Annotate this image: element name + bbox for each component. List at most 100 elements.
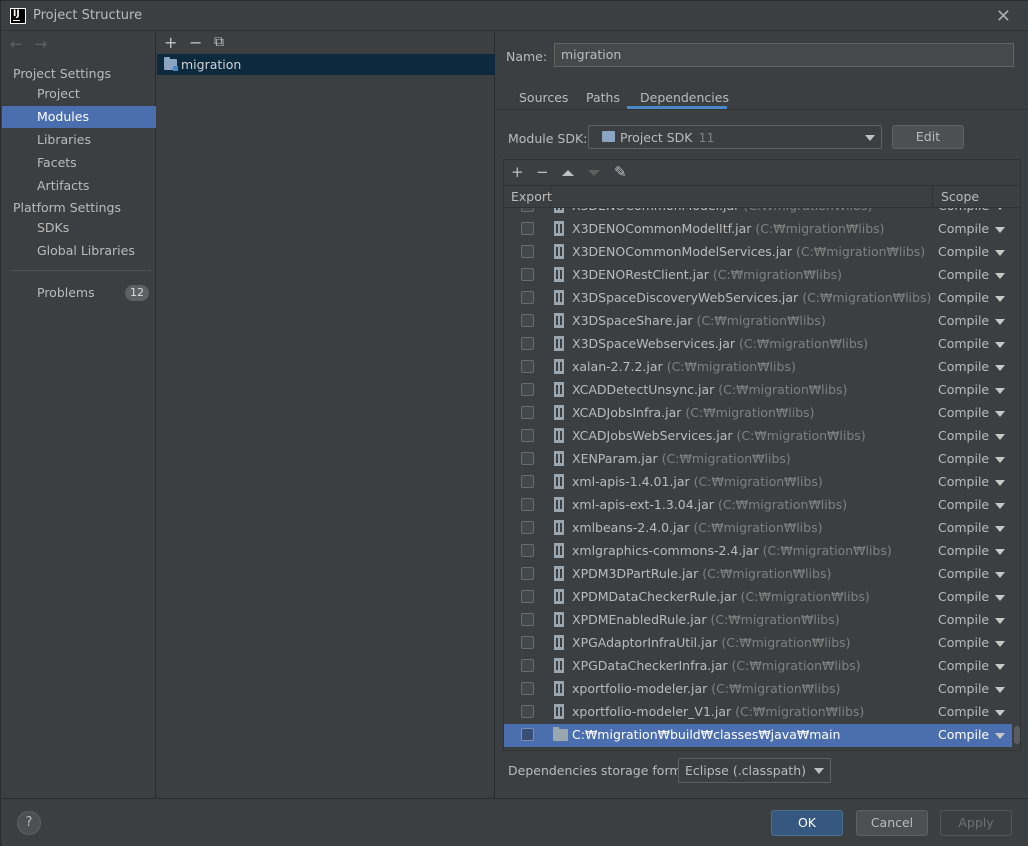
- scope-dropdown-icon[interactable]: [995, 572, 1005, 578]
- table-row[interactable]: xmlbeans-2.4.0.jar (C:₩migration₩libs) Com…: [504, 517, 1012, 540]
- scope-dropdown-icon[interactable]: [995, 296, 1005, 302]
- close-icon[interactable]: ✕: [996, 6, 1011, 27]
- sidebar-item-facets[interactable]: Facets: [2, 152, 156, 174]
- scope-value[interactable]: Compile: [938, 520, 989, 535]
- scope-value[interactable]: Compile: [938, 221, 989, 236]
- help-button[interactable]: ?: [17, 811, 41, 835]
- scope-value[interactable]: Compile: [938, 635, 989, 650]
- column-export[interactable]: Export: [504, 186, 552, 208]
- export-checkbox[interactable]: [521, 544, 534, 557]
- module-item-migration[interactable]: migration: [157, 54, 495, 75]
- table-row[interactable]: XENParam.jar (C:₩migration₩libs) Compile: [504, 448, 1012, 471]
- export-checkbox[interactable]: [521, 728, 534, 741]
- export-checkbox[interactable]: [521, 705, 534, 718]
- ok-button[interactable]: OK: [771, 810, 843, 836]
- export-checkbox[interactable]: [521, 314, 534, 327]
- table-row[interactable]: C:₩migration₩build₩classes₩java₩main Comp…: [504, 724, 1012, 747]
- scope-dropdown-icon[interactable]: [995, 641, 1005, 647]
- scope-value[interactable]: Compile: [938, 313, 989, 328]
- scrollbar-thumb[interactable]: [1014, 726, 1020, 744]
- scope-value[interactable]: Compile: [938, 267, 989, 282]
- scope-dropdown-icon[interactable]: [995, 687, 1005, 693]
- table-scrollbar[interactable]: [1012, 208, 1020, 750]
- sidebar-item-modules[interactable]: Modules: [2, 106, 156, 128]
- table-row[interactable]: XPGAdaptorInfraUtil.jar (C:₩migration₩lib…: [504, 632, 1012, 655]
- scope-dropdown-icon[interactable]: [995, 208, 1005, 210]
- table-row[interactable]: XCADDetectUnsync.jar (C:₩migration₩libs) C…: [504, 379, 1012, 402]
- export-checkbox[interactable]: [521, 567, 534, 580]
- scope-value[interactable]: Compile: [938, 474, 989, 489]
- remove-module-icon[interactable]: −: [189, 33, 202, 52]
- scope-value[interactable]: Compile: [938, 681, 989, 696]
- export-checkbox[interactable]: [521, 682, 534, 695]
- scope-dropdown-icon[interactable]: [995, 710, 1005, 716]
- export-checkbox[interactable]: [521, 590, 534, 603]
- export-checkbox[interactable]: [521, 636, 534, 649]
- sidebar-item-project[interactable]: Project: [2, 83, 156, 105]
- scope-dropdown-icon[interactable]: [995, 342, 1005, 348]
- scope-value[interactable]: Compile: [938, 589, 989, 604]
- forward-arrow-icon[interactable]: →: [35, 35, 60, 53]
- table-row[interactable]: X3DSpaceWebservices.jar (C:₩migration₩lib…: [504, 333, 1012, 356]
- copy-module-icon[interactable]: ⧉: [214, 34, 224, 50]
- table-row[interactable]: XPDM3DPartRule.jar (C:₩migration₩libs) Com…: [504, 563, 1012, 586]
- scope-value[interactable]: Compile: [938, 290, 989, 305]
- export-checkbox[interactable]: [521, 613, 534, 626]
- scope-dropdown-icon[interactable]: [995, 664, 1005, 670]
- export-checkbox[interactable]: [521, 245, 534, 258]
- scope-value[interactable]: Compile: [938, 497, 989, 512]
- sidebar-item-problems[interactable]: Problems 12: [2, 282, 156, 304]
- export-checkbox[interactable]: [521, 360, 534, 373]
- scope-dropdown-icon[interactable]: [995, 503, 1005, 509]
- module-name-input[interactable]: migration: [554, 43, 1014, 67]
- scope-dropdown-icon[interactable]: [995, 595, 1005, 601]
- scope-dropdown-icon[interactable]: [995, 526, 1005, 532]
- scope-value[interactable]: Compile: [938, 382, 989, 397]
- sidebar-item-global-libraries[interactable]: Global Libraries: [2, 240, 156, 262]
- export-checkbox[interactable]: [521, 291, 534, 304]
- tab-dependencies[interactable]: Dependencies: [640, 90, 729, 105]
- export-checkbox[interactable]: [521, 429, 534, 442]
- scope-dropdown-icon[interactable]: [995, 434, 1005, 440]
- export-checkbox[interactable]: [521, 222, 534, 235]
- scope-dropdown-icon[interactable]: [995, 273, 1005, 279]
- table-row[interactable]: XCADJobsWebServices.jar (C:₩migration₩lib…: [504, 425, 1012, 448]
- scope-value[interactable]: Compile: [938, 727, 989, 742]
- scope-value[interactable]: Compile: [938, 566, 989, 581]
- table-row[interactable]: XPDMEnabledRule.jar (C:₩migration₩libs) Co…: [504, 609, 1012, 632]
- table-row[interactable]: xalan-2.7.2.jar (C:₩migration₩libs) Compil…: [504, 356, 1012, 379]
- sidebar-item-artifacts[interactable]: Artifacts: [2, 175, 156, 197]
- scope-dropdown-icon[interactable]: [995, 227, 1005, 233]
- scope-value[interactable]: Compile: [938, 704, 989, 719]
- scope-dropdown-icon[interactable]: [995, 480, 1005, 486]
- add-dependency-icon[interactable]: +: [511, 163, 524, 181]
- table-row[interactable]: X3DENORestClient.jar (C:₩migration₩libs) C…: [504, 264, 1012, 287]
- export-checkbox[interactable]: [521, 383, 534, 396]
- scope-value[interactable]: Compile: [938, 428, 989, 443]
- export-checkbox[interactable]: [521, 521, 534, 534]
- scope-value[interactable]: Compile: [938, 612, 989, 627]
- column-name[interactable]: [551, 186, 933, 208]
- table-row[interactable]: XPDMDataCheckerRule.jar (C:₩migration₩lib…: [504, 586, 1012, 609]
- export-checkbox[interactable]: [521, 208, 534, 212]
- scope-value[interactable]: Compile: [938, 405, 989, 420]
- table-row[interactable]: xmlgraphics-commons-2.4.jar (C:₩migration…: [504, 540, 1012, 563]
- scope-value[interactable]: Compile: [938, 336, 989, 351]
- column-scope[interactable]: Scope: [941, 186, 1011, 208]
- scope-dropdown-icon[interactable]: [995, 250, 1005, 256]
- storage-format-dropdown[interactable]: Eclipse (.classpath): [678, 758, 831, 783]
- export-checkbox[interactable]: [521, 452, 534, 465]
- export-checkbox[interactable]: [521, 475, 534, 488]
- table-row[interactable]: XCADJobsInfra.jar (C:₩migration₩libs) Comp…: [504, 402, 1012, 425]
- scope-dropdown-icon[interactable]: [995, 457, 1005, 463]
- scope-value[interactable]: Compile: [938, 658, 989, 673]
- scope-value[interactable]: Compile: [938, 244, 989, 259]
- export-checkbox[interactable]: [521, 268, 534, 281]
- scope-dropdown-icon[interactable]: [995, 733, 1005, 739]
- export-checkbox[interactable]: [521, 659, 534, 672]
- export-checkbox[interactable]: [521, 498, 534, 511]
- scope-dropdown-icon[interactable]: [995, 411, 1005, 417]
- sidebar-item-libraries[interactable]: Libraries: [2, 129, 156, 151]
- table-row[interactable]: X3DSpaceDiscoveryWebServices.jar (C:₩migr…: [504, 287, 1012, 310]
- table-row[interactable]: X3DSpaceShare.jar (C:₩migration₩libs) Comp…: [504, 310, 1012, 333]
